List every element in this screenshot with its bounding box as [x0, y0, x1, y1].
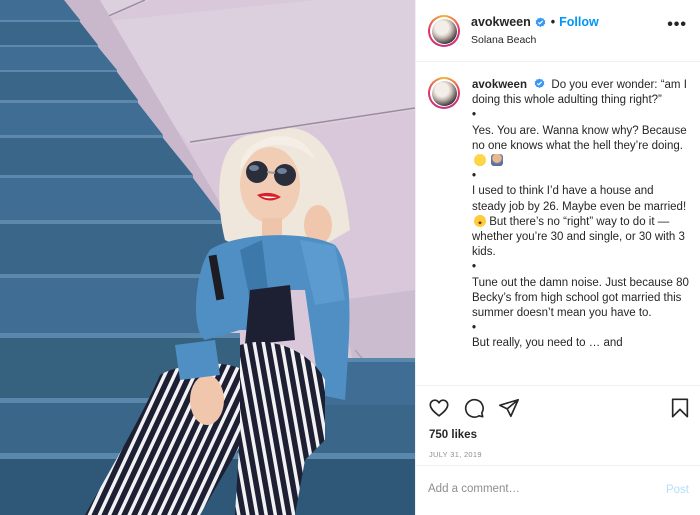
username-link[interactable]: avokween: [471, 15, 531, 29]
bullet-separator: •: [472, 322, 477, 335]
post-side-panel: avokween • Follow Solana Beach ••• avokw…: [415, 0, 700, 515]
comment-input[interactable]: [428, 483, 648, 495]
verified-badge-icon: [535, 16, 546, 27]
location-link[interactable]: Solana Beach: [471, 34, 536, 46]
tears-of-joy-emoji-icon: [474, 154, 486, 166]
open-mouth-emoji-icon: [474, 214, 486, 227]
caption-section[interactable]: avokween Do you ever wonder: “am I doing…: [416, 62, 700, 385]
caption-paragraph: Yes. You are. Wanna know why? Because no…: [472, 124, 690, 170]
bullet-separator: •: [472, 261, 477, 274]
person-shrugging-emoji-icon: [491, 154, 504, 166]
photo-illustration: [0, 0, 415, 515]
action-bar: 750 likes JULY 31, 2019: [416, 385, 700, 465]
caption-username[interactable]: avokween: [472, 79, 527, 91]
bullet-separator: •: [472, 170, 477, 183]
instagram-post: avokween • Follow Solana Beach ••• avokw…: [0, 0, 700, 515]
caption-paragraph: Tune out the damn noise. Just because 80…: [472, 276, 689, 319]
verified-badge-icon: [534, 78, 545, 89]
bullet-separator: •: [472, 109, 477, 122]
share-icon[interactable]: [498, 397, 520, 419]
follow-button[interactable]: Follow: [559, 15, 599, 29]
caption-text: avokween Do you ever wonder: “am I doing…: [472, 78, 690, 352]
separator-dot: •: [550, 15, 556, 29]
post-header: avokween • Follow Solana Beach •••: [416, 0, 700, 62]
heart-icon[interactable]: [428, 397, 450, 419]
more-options-icon[interactable]: •••: [667, 17, 687, 33]
avatar[interactable]: [428, 15, 460, 47]
caption-paragraph-cut: But really, you need to … and: [472, 337, 623, 350]
bookmark-icon[interactable]: [669, 397, 691, 419]
comment-icon[interactable]: [463, 397, 485, 419]
likes-count[interactable]: 750 likes: [429, 429, 477, 441]
post-comment-button[interactable]: Post: [666, 484, 689, 496]
caption-paragraph: I used to think I’d have a house and ste…: [472, 185, 687, 259]
header-user-line: avokween • Follow: [471, 15, 599, 29]
caption-avatar[interactable]: [428, 77, 460, 109]
comment-bar: Post: [416, 465, 700, 515]
post-date[interactable]: JULY 31, 2019: [429, 450, 482, 459]
post-photo[interactable]: [0, 0, 415, 515]
